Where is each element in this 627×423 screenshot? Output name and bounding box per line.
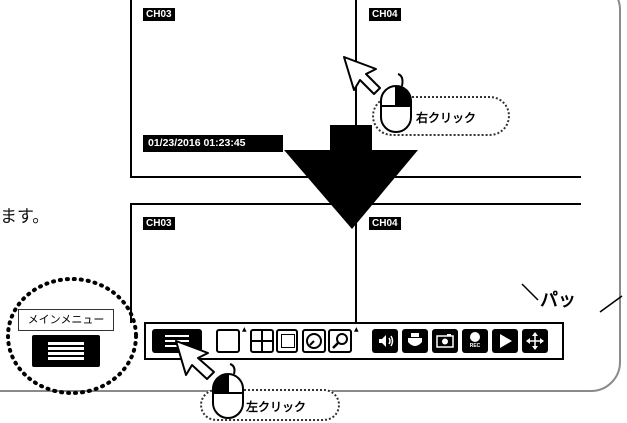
rec-label: REC <box>469 343 481 349</box>
zoom-button[interactable] <box>328 329 352 353</box>
volume-icon <box>379 335 394 347</box>
quad-view-button[interactable] <box>250 329 274 353</box>
instruction-text-fragment: ます。 <box>0 207 50 227</box>
play-icon <box>500 334 512 348</box>
sequence-view-button[interactable] <box>276 329 298 353</box>
move-toolbar-button[interactable] <box>522 329 548 353</box>
channel-label: CH04 <box>369 8 401 21</box>
playback-search-icon <box>306 333 322 349</box>
menu-list-icon <box>48 342 84 360</box>
ptz-icon <box>408 333 422 346</box>
main-menu-button[interactable] <box>32 335 100 367</box>
top-screen-left-border <box>130 0 132 178</box>
ptz-button[interactable] <box>402 329 428 353</box>
search-playback-button[interactable] <box>302 329 326 353</box>
caret-up-icon: ▲ <box>354 326 359 333</box>
mouse-left-click-icon <box>212 363 244 419</box>
main-menu-label: メインメニュー <box>18 309 114 331</box>
channel-label: CH03 <box>143 217 175 230</box>
small-square-icon <box>281 334 295 348</box>
snapshot-icon <box>436 334 454 348</box>
volume-button[interactable] <box>372 329 398 353</box>
channel-label: CH03 <box>143 8 175 21</box>
play-button[interactable] <box>492 329 518 353</box>
pop-text: パッ <box>540 290 576 311</box>
snapshot-button[interactable] <box>432 329 458 353</box>
move-arrows-icon <box>526 332 544 350</box>
record-button[interactable]: REC <box>462 329 488 353</box>
down-arrow-icon <box>284 125 418 229</box>
zoom-icon <box>332 333 348 349</box>
right-click-label: 右クリック <box>416 111 477 125</box>
left-click-label: 左クリック <box>246 400 307 414</box>
mouse-right-click-icon <box>380 73 412 133</box>
date-time-overlay: 01/23/2016 01:23:45 <box>143 135 283 152</box>
caret-up-icon: ▲ <box>242 326 247 333</box>
